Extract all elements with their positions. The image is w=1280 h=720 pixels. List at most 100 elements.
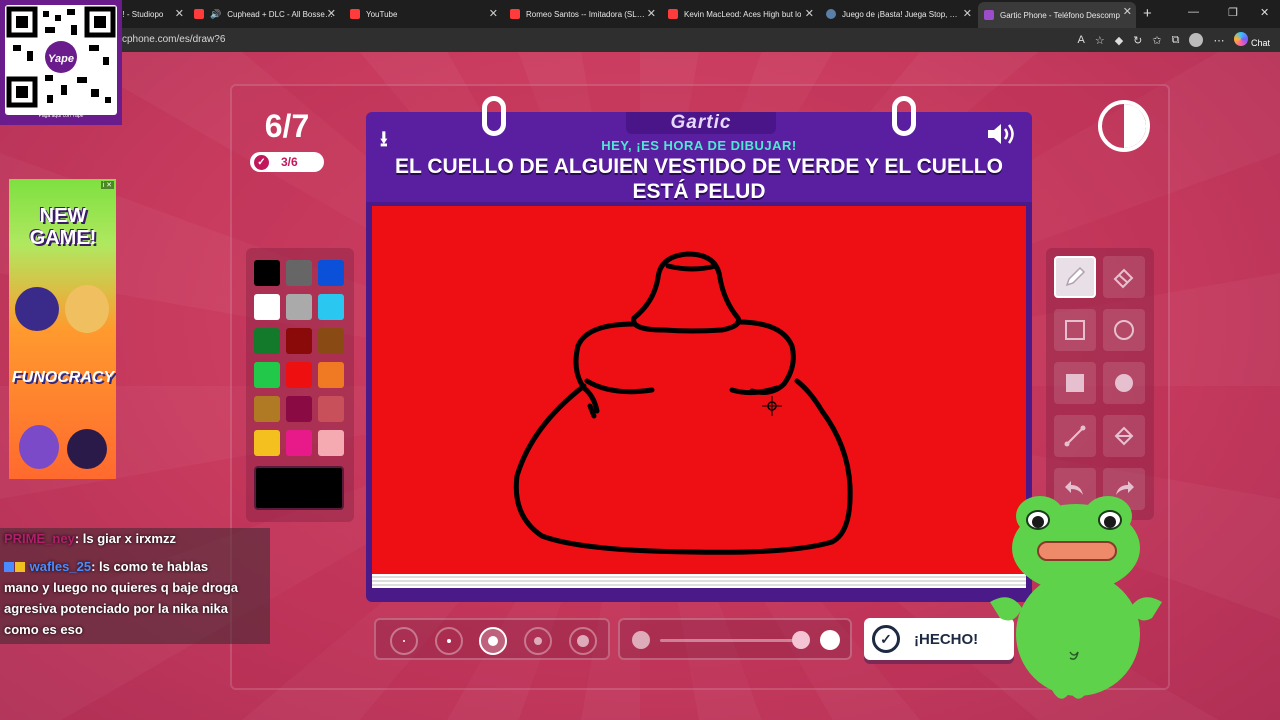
favorites-icon[interactable]: ✩ [1152, 34, 1161, 47]
chat-message: wafles_25: ls como te hablas [4, 556, 208, 577]
color-swatch[interactable] [318, 328, 344, 354]
circle-filled-icon [1115, 374, 1133, 392]
color-swatch[interactable] [286, 260, 312, 286]
chat-message: como es eso [4, 622, 83, 637]
color-swatch[interactable] [286, 396, 312, 422]
tab-title: Juego de ¡Basta! Juega Stop, Tutti [842, 9, 962, 19]
slider-thumb[interactable] [792, 631, 810, 649]
browser-tab-active[interactable]: Gartic Phone - Teléfono Descomp ✕ [978, 2, 1136, 28]
close-icon[interactable]: ✕ [1123, 5, 1132, 18]
chat-button[interactable]: Chat [1234, 32, 1270, 48]
brush-size-4[interactable] [524, 627, 552, 655]
contrast-toggle-button[interactable] [1098, 100, 1150, 152]
address-bar: cphone.com/es/draw?6 A ☆ ◆ ↻ ✩ ⧉ ⋯ Chat [0, 28, 1280, 52]
close-icon[interactable]: ✕ [327, 7, 336, 20]
color-swatch[interactable] [286, 328, 312, 354]
color-swatch[interactable] [254, 328, 280, 354]
square-filled-icon [1066, 374, 1084, 392]
selected-color-preview [254, 466, 344, 510]
pencil-tool[interactable] [1054, 256, 1096, 298]
rectangle-fill-tool[interactable] [1054, 362, 1096, 404]
chat-message: PRIME_ney: ls giar x irxmzz [4, 528, 176, 549]
ad-title: NEW GAME! [29, 205, 97, 249]
binder-ring [482, 96, 506, 136]
color-swatch[interactable] [286, 294, 312, 320]
brush-size-1[interactable] [390, 627, 418, 655]
brush-size-2[interactable] [435, 627, 463, 655]
read-aloud-icon[interactable]: A [1077, 34, 1084, 46]
brush-size-5[interactable] [569, 627, 597, 655]
browser-tab[interactable]: n! - Studiopo ✕ [112, 4, 188, 24]
qr-code: Yape [5, 5, 117, 115]
new-tab-icon[interactable]: + [1143, 5, 1152, 22]
color-swatch[interactable] [254, 294, 280, 320]
bucket-tool[interactable] [1103, 415, 1145, 457]
eraser-tool[interactable] [1103, 256, 1145, 298]
browser-tab[interactable]: Romeo Santos -- Imitadora (SLOW ✕ [504, 4, 660, 24]
thumbs-up-character-icon [15, 287, 59, 331]
browser-tab[interactable]: Kevin MacLeod: Aces High but lo ✕ [662, 4, 818, 24]
character-face-icon [65, 285, 109, 333]
browser-tab[interactable]: YouTube ✕ [344, 4, 502, 24]
ellipse-fill-tool[interactable] [1103, 362, 1145, 404]
color-palette [246, 248, 354, 522]
ad-info-icon[interactable]: i ✕ [100, 181, 114, 189]
maximize-icon[interactable]: ❐ [1228, 6, 1238, 19]
opacity-slider[interactable] [618, 618, 852, 660]
collections-icon[interactable]: ⧉ [1172, 34, 1180, 47]
color-swatch[interactable] [254, 260, 280, 286]
color-swatch[interactable] [286, 430, 312, 456]
color-swatch[interactable] [318, 260, 344, 286]
check-icon: ✓ [872, 625, 900, 653]
favorite-star-icon[interactable]: ☆ [1095, 34, 1105, 47]
color-swatch[interactable] [318, 430, 344, 456]
drawing-canvas[interactable] [372, 206, 1026, 574]
qr-caption: Paga aquí con Yape [38, 113, 84, 119]
color-swatch[interactable] [318, 294, 344, 320]
canvas-frame [366, 202, 1032, 602]
brush-size-selector [374, 618, 610, 660]
ellipse-outline-tool[interactable] [1103, 309, 1145, 351]
browser-tab[interactable]: 🔊 Cuphead + DLC - All Bosses S ✕ [188, 4, 340, 24]
badge-icon [4, 562, 14, 572]
chat-username: PRIME_ney [4, 531, 75, 546]
gartic-logo: Gartic [626, 112, 776, 134]
color-swatch[interactable] [254, 396, 280, 422]
close-icon[interactable]: ✕ [489, 7, 498, 20]
close-icon[interactable]: ✕ [963, 7, 972, 20]
profile-icon[interactable] [1189, 33, 1204, 47]
chat-message: mano y luego no quieres q baje droga [4, 580, 239, 595]
speaker-icon[interactable]: 🔊 [210, 9, 221, 20]
color-swatch[interactable] [254, 430, 280, 456]
extension-icon[interactable]: ◆ [1115, 34, 1123, 47]
stream-chat: PRIME_ney: ls giar x irxmzz wafles_25: l… [0, 528, 270, 644]
url-field[interactable]: cphone.com/es/draw?6 [122, 34, 225, 45]
youtube-icon [668, 9, 678, 19]
color-swatch[interactable] [318, 396, 344, 422]
close-window-icon[interactable]: ✕ [1260, 6, 1269, 19]
close-icon[interactable]: ✕ [175, 7, 184, 20]
angry-face-icon [67, 429, 107, 469]
more-icon[interactable]: ⋯ [1213, 34, 1224, 47]
browser-tab[interactable]: Juego de ¡Basta! Juega Stop, Tutti ✕ [820, 4, 976, 24]
line-tool[interactable] [1054, 415, 1096, 457]
color-swatch[interactable] [318, 362, 344, 388]
brush-size-3[interactable] [479, 627, 507, 655]
players-done-badge: ✓ 3/6 [250, 152, 324, 172]
advertisement-banner[interactable]: i ✕ NEW GAME! FUNOCRACY [9, 179, 116, 479]
rectangle-outline-tool[interactable] [1054, 309, 1096, 351]
color-swatch[interactable] [286, 362, 312, 388]
close-icon[interactable]: ✕ [805, 7, 814, 20]
minimize-icon[interactable]: — [1188, 6, 1199, 18]
refresh-icon[interactable]: ↻ [1133, 34, 1142, 47]
chat-message: agresiva potenciado por la nika nika [4, 601, 228, 616]
game-page: 6/7 ✓ 3/6 Gartic ⭳ HEY, ¡ES HORA DE DIBU… [0, 52, 1280, 720]
pencil-icon [1065, 266, 1086, 287]
paint-bucket-icon [1114, 426, 1134, 446]
tab-title: Kevin MacLeod: Aces High but lo [684, 9, 802, 19]
slider-track[interactable] [660, 639, 800, 642]
close-icon[interactable]: ✕ [647, 7, 656, 20]
players-done-count: 3/6 [281, 155, 298, 169]
color-swatch[interactable] [254, 362, 280, 388]
tab-title: YouTube [366, 9, 398, 19]
